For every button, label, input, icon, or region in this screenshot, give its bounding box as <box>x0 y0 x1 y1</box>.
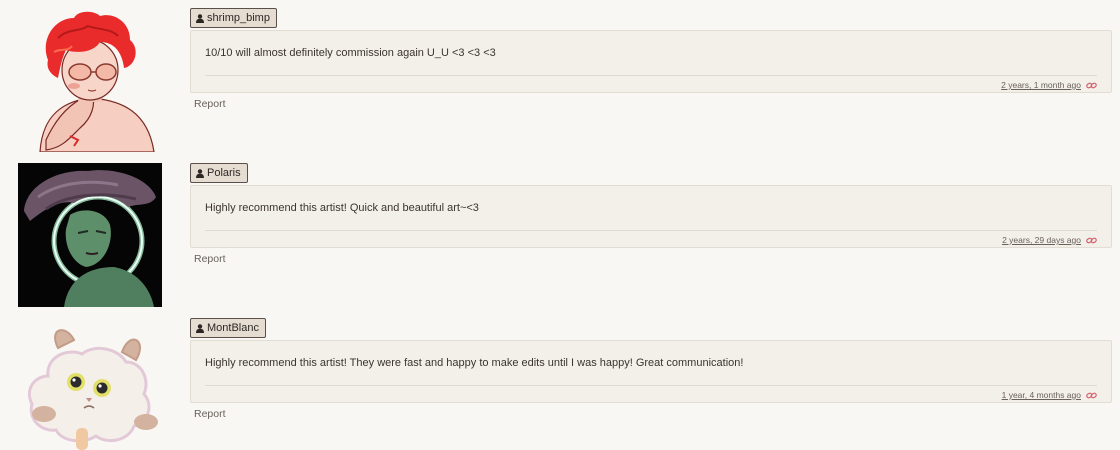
username-tag[interactable]: Polaris <box>190 163 248 183</box>
user-icon <box>196 168 204 178</box>
link-icon[interactable] <box>1086 391 1097 400</box>
timestamp-link[interactable]: 2 years, 1 month ago <box>1001 80 1081 90</box>
link-icon[interactable] <box>1086 236 1097 245</box>
link-icon[interactable] <box>1086 81 1097 90</box>
username-tag[interactable]: MontBlanc <box>190 318 266 338</box>
avatar[interactable] <box>18 163 162 307</box>
user-icon <box>196 323 204 333</box>
comment-meta: 2 years, 29 days ago <box>1002 235 1097 245</box>
report-link[interactable]: Report <box>194 408 226 420</box>
comment-item: Polaris Highly recommend this artist! Qu… <box>0 163 1120 313</box>
comment-item: shrimp_bimp 10/10 will almost definitely… <box>0 8 1120 158</box>
avatar[interactable] <box>18 8 162 152</box>
username-label: Polaris <box>207 167 241 179</box>
comments-list: shrimp_bimp 10/10 will almost definitely… <box>0 0 1120 450</box>
timestamp-link[interactable]: 2 years, 29 days ago <box>1002 235 1081 245</box>
report-link[interactable]: Report <box>194 253 226 265</box>
report-link[interactable]: Report <box>194 98 226 110</box>
divider <box>205 385 1097 386</box>
username-label: MontBlanc <box>207 322 259 334</box>
comment-text: Highly recommend this artist! Quick and … <box>205 202 479 214</box>
avatar[interactable] <box>18 318 162 450</box>
comment-meta: 2 years, 1 month ago <box>1001 80 1097 90</box>
comment-bubble: Highly recommend this artist! Quick and … <box>190 185 1112 248</box>
comment-bubble: 10/10 will almost definitely commission … <box>190 30 1112 93</box>
comment-bubble: Highly recommend this artist! They were … <box>190 340 1112 403</box>
divider <box>205 230 1097 231</box>
comment-item: MontBlanc Highly recommend this artist! … <box>0 318 1120 450</box>
comment-text: Highly recommend this artist! They were … <box>205 357 744 369</box>
comment-text: 10/10 will almost definitely commission … <box>205 47 496 59</box>
user-icon <box>196 13 204 23</box>
timestamp-link[interactable]: 1 year, 4 months ago <box>1002 390 1081 400</box>
username-label: shrimp_bimp <box>207 12 270 24</box>
comment-meta: 1 year, 4 months ago <box>1002 390 1097 400</box>
divider <box>205 75 1097 76</box>
username-tag[interactable]: shrimp_bimp <box>190 8 277 28</box>
